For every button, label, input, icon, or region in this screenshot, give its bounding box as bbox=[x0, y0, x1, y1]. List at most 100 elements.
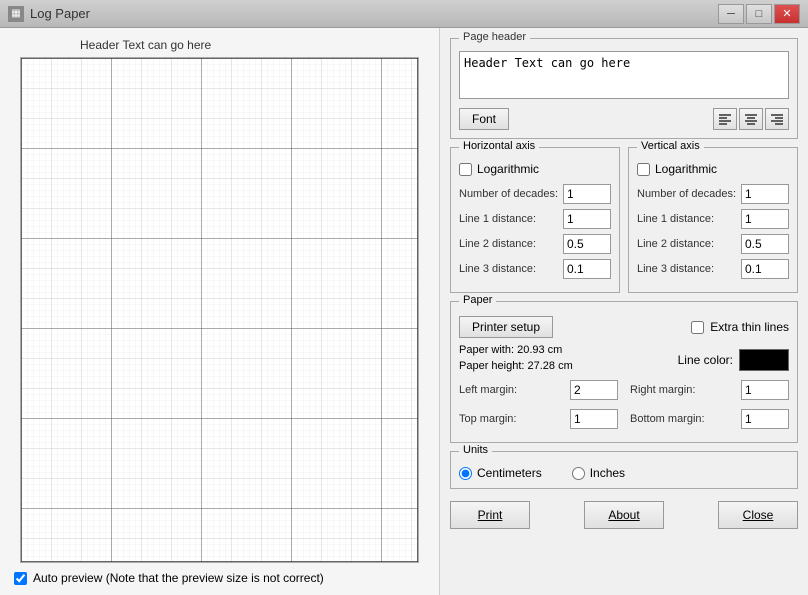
axis-row: Horizontal axis Logarithmic Number of de… bbox=[450, 147, 798, 293]
vertical-logarithmic-row: Logarithmic bbox=[637, 162, 789, 176]
extra-thin-lines-checkbox[interactable] bbox=[691, 321, 704, 334]
horizontal-line2-label: Line 2 distance: bbox=[459, 238, 536, 250]
preview-area bbox=[20, 57, 419, 563]
horizontal-line3-row: Line 3 distance: bbox=[459, 259, 611, 279]
window-title: Log Paper bbox=[30, 6, 90, 21]
close-window-button[interactable]: ✕ bbox=[774, 4, 800, 24]
printer-setup-button[interactable]: Printer setup bbox=[459, 316, 553, 338]
align-buttons bbox=[713, 108, 789, 130]
font-button[interactable]: Font bbox=[459, 108, 509, 130]
paper-section-title: Paper bbox=[459, 294, 496, 306]
paper-width-label: Paper with: 20.93 cm bbox=[459, 344, 573, 356]
horizontal-logarithmic-checkbox[interactable] bbox=[459, 163, 472, 176]
vertical-line2-row: Line 2 distance: bbox=[637, 234, 789, 254]
horizontal-line1-row: Line 1 distance: bbox=[459, 209, 611, 229]
title-bar: ▦ Log Paper ─ □ ✕ bbox=[0, 0, 808, 28]
paper-info-left: Paper with: 20.93 cm Paper height: 27.28… bbox=[459, 344, 573, 376]
right-margin-row: Right margin: bbox=[630, 380, 789, 400]
bottom-buttons: Print About Close bbox=[450, 501, 798, 529]
bottom-margin-input[interactable] bbox=[741, 409, 789, 429]
paper-left: Printer setup bbox=[459, 316, 553, 338]
auto-preview-row: Auto preview (Note that the preview size… bbox=[10, 571, 429, 585]
horizontal-line1-label: Line 1 distance: bbox=[459, 213, 536, 225]
paper-height-label: Paper height: 27.28 cm bbox=[459, 360, 573, 372]
left-margin-row: Left margin: bbox=[459, 380, 618, 400]
horizontal-axis-section: Horizontal axis Logarithmic Number of de… bbox=[450, 147, 620, 293]
vertical-logarithmic-label: Logarithmic bbox=[655, 162, 717, 176]
close-button[interactable]: Close bbox=[718, 501, 798, 529]
vertical-line2-input[interactable] bbox=[741, 234, 789, 254]
line-color-label: Line color: bbox=[678, 353, 733, 367]
units-radio-row: Centimeters Inches bbox=[459, 466, 789, 480]
page-header-section: Page header Font bbox=[450, 38, 798, 139]
paper-top-row: Printer setup Extra thin lines bbox=[459, 316, 789, 338]
left-panel: Header Text can go here bbox=[0, 28, 440, 595]
bottom-margin-label: Bottom margin: bbox=[630, 413, 705, 425]
right-panel: Page header Font bbox=[440, 28, 808, 595]
horizontal-decades-input[interactable] bbox=[563, 184, 611, 204]
top-margin-row: Top margin: bbox=[459, 409, 618, 429]
line-color-picker[interactable] bbox=[739, 349, 789, 371]
horizontal-line3-input[interactable] bbox=[563, 259, 611, 279]
units-section-title: Units bbox=[459, 444, 492, 456]
header-controls: Font bbox=[459, 108, 789, 130]
paper-section: Paper Printer setup Extra thin lines Pap… bbox=[450, 301, 798, 443]
vertical-axis-title: Vertical axis bbox=[637, 140, 704, 152]
auto-preview-checkbox[interactable] bbox=[14, 572, 27, 585]
title-bar-left: ▦ Log Paper bbox=[8, 6, 90, 22]
horizontal-axis-title: Horizontal axis bbox=[459, 140, 539, 152]
horizontal-line2-row: Line 2 distance: bbox=[459, 234, 611, 254]
vertical-line1-row: Line 1 distance: bbox=[637, 209, 789, 229]
line-color-row: Line color: bbox=[678, 349, 789, 371]
right-margin-input[interactable] bbox=[741, 380, 789, 400]
maximize-button[interactable]: □ bbox=[746, 4, 772, 24]
inches-radio[interactable] bbox=[572, 467, 585, 480]
horizontal-decades-label: Number of decades: bbox=[459, 188, 558, 200]
vertical-logarithmic-checkbox[interactable] bbox=[637, 163, 650, 176]
log-paper-grid bbox=[21, 58, 418, 562]
horizontal-line1-input[interactable] bbox=[563, 209, 611, 229]
main-content: Header Text can go here bbox=[0, 28, 808, 595]
paper-right: Extra thin lines bbox=[691, 320, 789, 334]
vertical-decades-input[interactable] bbox=[741, 184, 789, 204]
top-margin-input[interactable] bbox=[570, 409, 618, 429]
about-button[interactable]: About bbox=[584, 501, 664, 529]
top-margin-label: Top margin: bbox=[459, 413, 516, 425]
preview-header-text: Header Text can go here bbox=[80, 38, 429, 52]
horizontal-logarithmic-row: Logarithmic bbox=[459, 162, 611, 176]
title-bar-controls: ─ □ ✕ bbox=[718, 4, 800, 24]
inches-label: Inches bbox=[590, 466, 625, 480]
align-right-button[interactable] bbox=[765, 108, 789, 130]
right-margin-label: Right margin: bbox=[630, 384, 695, 396]
centimeters-label: Centimeters bbox=[477, 466, 542, 480]
print-button[interactable]: Print bbox=[450, 501, 530, 529]
vertical-decades-row: Number of decades: bbox=[637, 184, 789, 204]
horizontal-line2-input[interactable] bbox=[563, 234, 611, 254]
vertical-decades-label: Number of decades: bbox=[637, 188, 736, 200]
vertical-axis-section: Vertical axis Logarithmic Number of deca… bbox=[628, 147, 798, 293]
left-margin-input[interactable] bbox=[570, 380, 618, 400]
auto-preview-label: Auto preview (Note that the preview size… bbox=[33, 571, 324, 585]
centimeters-option: Centimeters bbox=[459, 466, 542, 480]
minimize-button[interactable]: ─ bbox=[718, 4, 744, 24]
app-icon: ▦ bbox=[8, 6, 24, 22]
vertical-line1-input[interactable] bbox=[741, 209, 789, 229]
units-section: Units Centimeters Inches bbox=[450, 451, 798, 489]
align-left-button[interactable] bbox=[713, 108, 737, 130]
vertical-line3-input[interactable] bbox=[741, 259, 789, 279]
vertical-line1-label: Line 1 distance: bbox=[637, 213, 714, 225]
extra-thin-lines-label: Extra thin lines bbox=[710, 320, 789, 334]
inches-option: Inches bbox=[572, 466, 625, 480]
horizontal-decades-row: Number of decades: bbox=[459, 184, 611, 204]
header-text-input[interactable] bbox=[459, 51, 789, 99]
margin-grid: Left margin: Right margin: Top margin: B… bbox=[459, 380, 789, 434]
horizontal-logarithmic-label: Logarithmic bbox=[477, 162, 539, 176]
align-center-button[interactable] bbox=[739, 108, 763, 130]
horizontal-line3-label: Line 3 distance: bbox=[459, 263, 536, 275]
vertical-line3-label: Line 3 distance: bbox=[637, 263, 714, 275]
centimeters-radio[interactable] bbox=[459, 467, 472, 480]
vertical-line2-label: Line 2 distance: bbox=[637, 238, 714, 250]
left-margin-label: Left margin: bbox=[459, 384, 517, 396]
vertical-line3-row: Line 3 distance: bbox=[637, 259, 789, 279]
page-header-section-title: Page header bbox=[459, 31, 530, 43]
